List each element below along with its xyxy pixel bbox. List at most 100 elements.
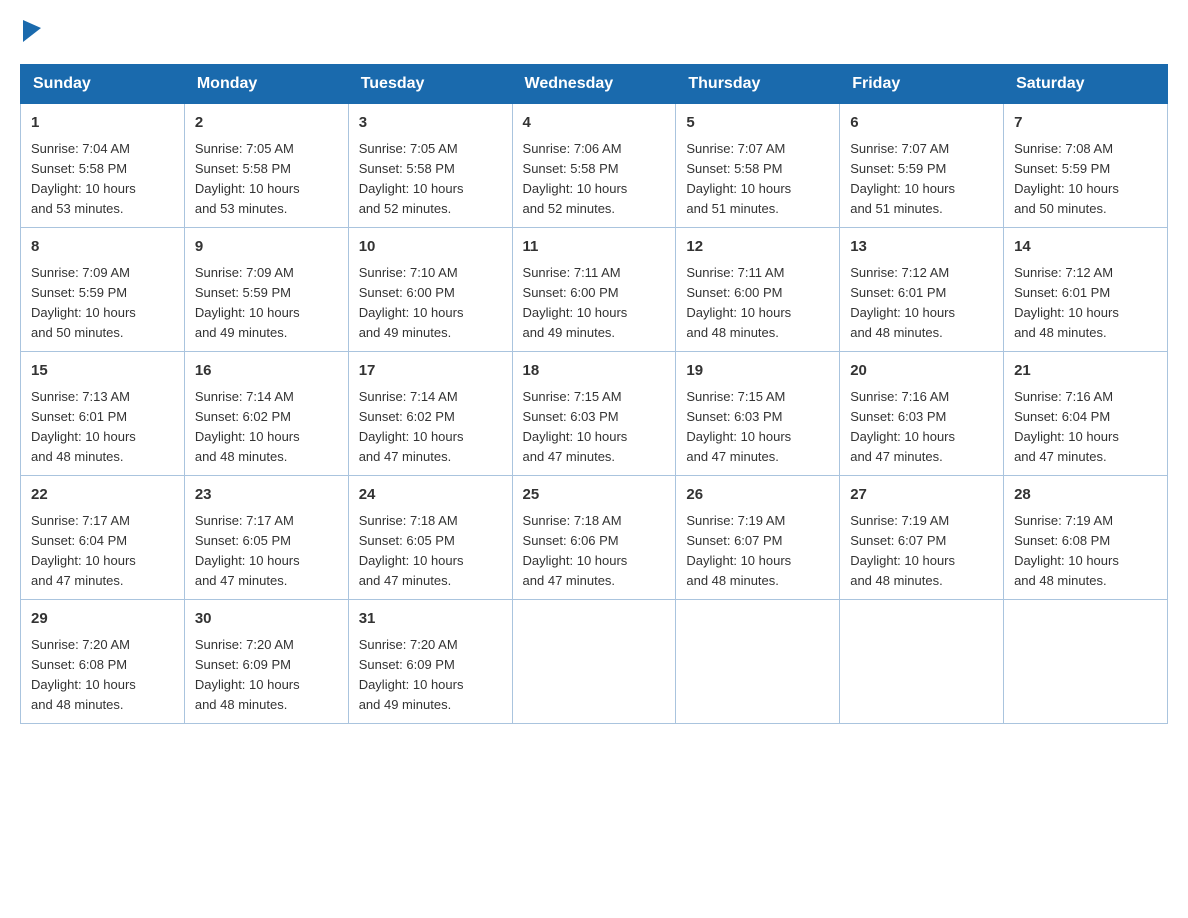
- day-number: 6: [850, 112, 993, 135]
- header-saturday: Saturday: [1004, 65, 1168, 104]
- calendar-cell: 8 Sunrise: 7:09 AMSunset: 5:59 PMDayligh…: [21, 228, 185, 352]
- calendar-cell: 13 Sunrise: 7:12 AMSunset: 6:01 PMDaylig…: [840, 228, 1004, 352]
- day-info: Sunrise: 7:09 AMSunset: 5:59 PMDaylight:…: [31, 265, 136, 340]
- day-info: Sunrise: 7:06 AMSunset: 5:58 PMDaylight:…: [523, 141, 628, 216]
- calendar-cell: 16 Sunrise: 7:14 AMSunset: 6:02 PMDaylig…: [184, 352, 348, 476]
- day-number: 22: [31, 484, 174, 507]
- calendar-cell: 22 Sunrise: 7:17 AMSunset: 6:04 PMDaylig…: [21, 476, 185, 600]
- day-number: 8: [31, 236, 174, 259]
- day-number: 15: [31, 360, 174, 383]
- day-number: 30: [195, 608, 338, 631]
- day-number: 10: [359, 236, 502, 259]
- calendar-cell: 29 Sunrise: 7:20 AMSunset: 6:08 PMDaylig…: [21, 600, 185, 724]
- day-info: Sunrise: 7:15 AMSunset: 6:03 PMDaylight:…: [523, 389, 628, 464]
- week-row-3: 22 Sunrise: 7:17 AMSunset: 6:04 PMDaylig…: [21, 476, 1168, 600]
- day-number: 7: [1014, 112, 1157, 135]
- calendar-cell: 7 Sunrise: 7:08 AMSunset: 5:59 PMDayligh…: [1004, 104, 1168, 228]
- day-number: 31: [359, 608, 502, 631]
- day-number: 26: [686, 484, 829, 507]
- week-row-4: 29 Sunrise: 7:20 AMSunset: 6:08 PMDaylig…: [21, 600, 1168, 724]
- calendar-header: SundayMondayTuesdayWednesdayThursdayFrid…: [21, 65, 1168, 104]
- calendar-cell: 9 Sunrise: 7:09 AMSunset: 5:59 PMDayligh…: [184, 228, 348, 352]
- day-number: 23: [195, 484, 338, 507]
- day-info: Sunrise: 7:17 AMSunset: 6:05 PMDaylight:…: [195, 513, 300, 588]
- calendar-cell: 12 Sunrise: 7:11 AMSunset: 6:00 PMDaylig…: [676, 228, 840, 352]
- day-info: Sunrise: 7:04 AMSunset: 5:58 PMDaylight:…: [31, 141, 136, 216]
- day-number: 5: [686, 112, 829, 135]
- day-number: 13: [850, 236, 993, 259]
- day-info: Sunrise: 7:18 AMSunset: 6:05 PMDaylight:…: [359, 513, 464, 588]
- day-info: Sunrise: 7:19 AMSunset: 6:08 PMDaylight:…: [1014, 513, 1119, 588]
- day-number: 29: [31, 608, 174, 631]
- day-info: Sunrise: 7:12 AMSunset: 6:01 PMDaylight:…: [850, 265, 955, 340]
- calendar-cell: 31 Sunrise: 7:20 AMSunset: 6:09 PMDaylig…: [348, 600, 512, 724]
- header-tuesday: Tuesday: [348, 65, 512, 104]
- day-info: Sunrise: 7:15 AMSunset: 6:03 PMDaylight:…: [686, 389, 791, 464]
- day-info: Sunrise: 7:05 AMSunset: 5:58 PMDaylight:…: [359, 141, 464, 216]
- header-wednesday: Wednesday: [512, 65, 676, 104]
- day-info: Sunrise: 7:20 AMSunset: 6:09 PMDaylight:…: [195, 637, 300, 712]
- calendar-cell: 25 Sunrise: 7:18 AMSunset: 6:06 PMDaylig…: [512, 476, 676, 600]
- day-info: Sunrise: 7:13 AMSunset: 6:01 PMDaylight:…: [31, 389, 136, 464]
- day-number: 16: [195, 360, 338, 383]
- week-row-1: 8 Sunrise: 7:09 AMSunset: 5:59 PMDayligh…: [21, 228, 1168, 352]
- day-number: 19: [686, 360, 829, 383]
- calendar-cell: [1004, 600, 1168, 724]
- calendar-cell: 1 Sunrise: 7:04 AMSunset: 5:58 PMDayligh…: [21, 104, 185, 228]
- calendar-cell: 15 Sunrise: 7:13 AMSunset: 6:01 PMDaylig…: [21, 352, 185, 476]
- header-row: SundayMondayTuesdayWednesdayThursdayFrid…: [21, 65, 1168, 104]
- day-info: Sunrise: 7:12 AMSunset: 6:01 PMDaylight:…: [1014, 265, 1119, 340]
- day-number: 12: [686, 236, 829, 259]
- calendar-cell: 26 Sunrise: 7:19 AMSunset: 6:07 PMDaylig…: [676, 476, 840, 600]
- calendar-cell: 17 Sunrise: 7:14 AMSunset: 6:02 PMDaylig…: [348, 352, 512, 476]
- day-number: 1: [31, 112, 174, 135]
- day-number: 11: [523, 236, 666, 259]
- calendar-cell: 30 Sunrise: 7:20 AMSunset: 6:09 PMDaylig…: [184, 600, 348, 724]
- calendar-cell: 21 Sunrise: 7:16 AMSunset: 6:04 PMDaylig…: [1004, 352, 1168, 476]
- calendar-body: 1 Sunrise: 7:04 AMSunset: 5:58 PMDayligh…: [21, 104, 1168, 724]
- calendar-cell: 28 Sunrise: 7:19 AMSunset: 6:08 PMDaylig…: [1004, 476, 1168, 600]
- day-info: Sunrise: 7:14 AMSunset: 6:02 PMDaylight:…: [195, 389, 300, 464]
- day-info: Sunrise: 7:08 AMSunset: 5:59 PMDaylight:…: [1014, 141, 1119, 216]
- calendar-cell: 19 Sunrise: 7:15 AMSunset: 6:03 PMDaylig…: [676, 352, 840, 476]
- day-info: Sunrise: 7:11 AMSunset: 6:00 PMDaylight:…: [523, 265, 628, 340]
- week-row-2: 15 Sunrise: 7:13 AMSunset: 6:01 PMDaylig…: [21, 352, 1168, 476]
- day-number: 2: [195, 112, 338, 135]
- calendar-cell: 3 Sunrise: 7:05 AMSunset: 5:58 PMDayligh…: [348, 104, 512, 228]
- calendar-cell: 10 Sunrise: 7:10 AMSunset: 6:00 PMDaylig…: [348, 228, 512, 352]
- day-info: Sunrise: 7:09 AMSunset: 5:59 PMDaylight:…: [195, 265, 300, 340]
- calendar-cell: [676, 600, 840, 724]
- day-info: Sunrise: 7:18 AMSunset: 6:06 PMDaylight:…: [523, 513, 628, 588]
- header-sunday: Sunday: [21, 65, 185, 104]
- calendar-cell: 23 Sunrise: 7:17 AMSunset: 6:05 PMDaylig…: [184, 476, 348, 600]
- day-number: 20: [850, 360, 993, 383]
- day-number: 3: [359, 112, 502, 135]
- calendar-cell: 20 Sunrise: 7:16 AMSunset: 6:03 PMDaylig…: [840, 352, 1004, 476]
- day-info: Sunrise: 7:07 AMSunset: 5:58 PMDaylight:…: [686, 141, 791, 216]
- day-number: 18: [523, 360, 666, 383]
- calendar-cell: 27 Sunrise: 7:19 AMSunset: 6:07 PMDaylig…: [840, 476, 1004, 600]
- calendar-cell: 11 Sunrise: 7:11 AMSunset: 6:00 PMDaylig…: [512, 228, 676, 352]
- day-info: Sunrise: 7:19 AMSunset: 6:07 PMDaylight:…: [686, 513, 791, 588]
- day-info: Sunrise: 7:16 AMSunset: 6:03 PMDaylight:…: [850, 389, 955, 464]
- day-info: Sunrise: 7:16 AMSunset: 6:04 PMDaylight:…: [1014, 389, 1119, 464]
- calendar-cell: [840, 600, 1004, 724]
- calendar-cell: 18 Sunrise: 7:15 AMSunset: 6:03 PMDaylig…: [512, 352, 676, 476]
- day-info: Sunrise: 7:19 AMSunset: 6:07 PMDaylight:…: [850, 513, 955, 588]
- day-info: Sunrise: 7:05 AMSunset: 5:58 PMDaylight:…: [195, 141, 300, 216]
- calendar-cell: 6 Sunrise: 7:07 AMSunset: 5:59 PMDayligh…: [840, 104, 1004, 228]
- day-number: 24: [359, 484, 502, 507]
- day-number: 27: [850, 484, 993, 507]
- week-row-0: 1 Sunrise: 7:04 AMSunset: 5:58 PMDayligh…: [21, 104, 1168, 228]
- calendar-cell: 5 Sunrise: 7:07 AMSunset: 5:58 PMDayligh…: [676, 104, 840, 228]
- header-thursday: Thursday: [676, 65, 840, 104]
- logo: [20, 20, 45, 44]
- day-number: 9: [195, 236, 338, 259]
- calendar-cell: 2 Sunrise: 7:05 AMSunset: 5:58 PMDayligh…: [184, 104, 348, 228]
- day-info: Sunrise: 7:14 AMSunset: 6:02 PMDaylight:…: [359, 389, 464, 464]
- day-number: 25: [523, 484, 666, 507]
- day-info: Sunrise: 7:20 AMSunset: 6:08 PMDaylight:…: [31, 637, 136, 712]
- day-number: 28: [1014, 484, 1157, 507]
- day-number: 14: [1014, 236, 1157, 259]
- header-monday: Monday: [184, 65, 348, 104]
